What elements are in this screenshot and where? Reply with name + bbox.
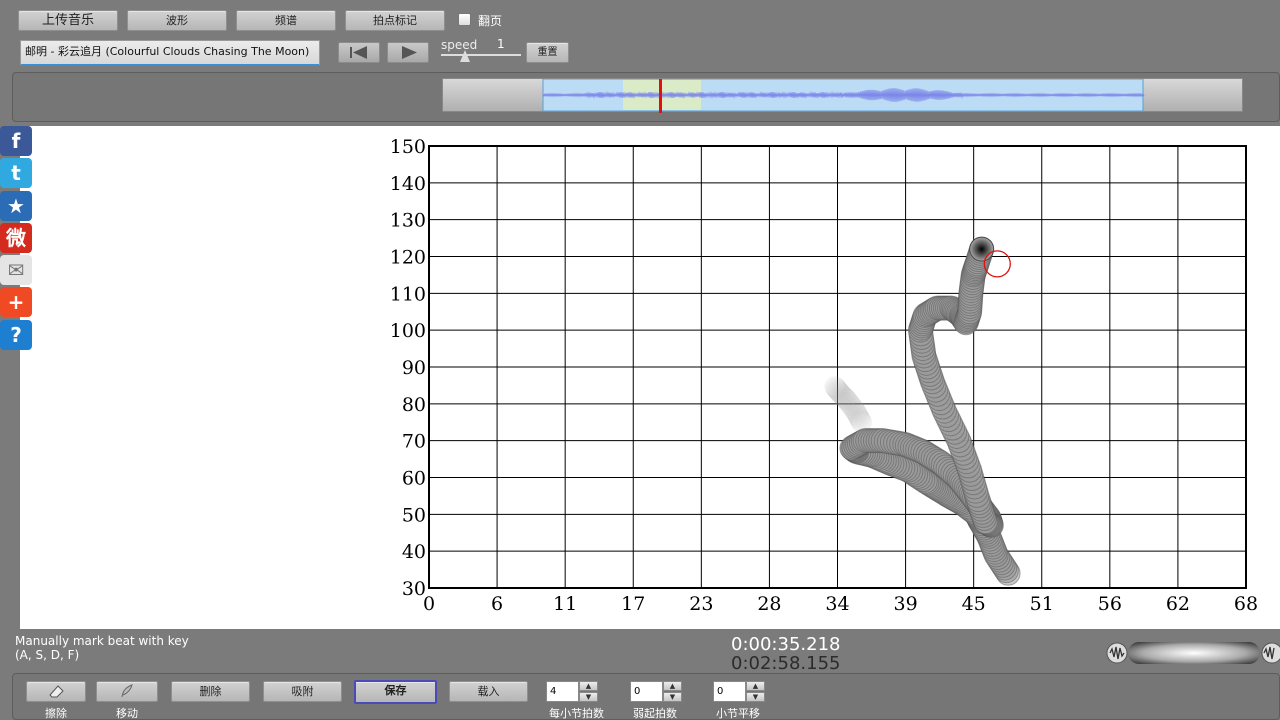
speed-slider-thumb[interactable] xyxy=(460,50,470,62)
stepper-up-icon[interactable]: ▲ xyxy=(579,681,598,691)
load-button[interactable]: 载入 xyxy=(449,681,528,702)
help-icon[interactable]: ? xyxy=(0,319,32,350)
beats-per-bar-stepper[interactable]: 4 ▲ ▼ xyxy=(546,681,598,702)
bar-offset-label: 小节平移 xyxy=(716,707,760,720)
x-tick-label: 62 xyxy=(1166,593,1190,615)
stepper-up-icon[interactable]: ▲ xyxy=(663,681,682,691)
facebook-icon[interactable]: f xyxy=(0,126,32,156)
beat-mark-button[interactable]: 拍点标记 xyxy=(345,10,445,31)
total-time: 0:02:58.155 xyxy=(731,653,841,674)
volume-slider[interactable] xyxy=(1128,642,1260,664)
twitter-icon[interactable]: t xyxy=(0,158,32,189)
save-button[interactable]: 保存 xyxy=(354,680,437,704)
stepper-up-icon[interactable]: ▲ xyxy=(746,681,765,691)
reset-button[interactable]: 重置 xyxy=(526,42,569,63)
upbeat-stepper[interactable]: 0 ▲ ▼ xyxy=(630,681,682,702)
x-tick-label: 23 xyxy=(689,593,713,615)
playhead-marker xyxy=(659,79,662,113)
volume-max-icon xyxy=(1260,641,1280,669)
eraser-icon xyxy=(49,685,64,698)
play-icon xyxy=(402,46,417,59)
x-tick-label: 68 xyxy=(1234,593,1258,615)
y-tick-label: 130 xyxy=(390,210,426,232)
x-tick-label: 51 xyxy=(1030,593,1054,615)
y-tick-label: 100 xyxy=(390,320,426,342)
add-share-icon[interactable]: + xyxy=(0,287,32,318)
stepper-down-icon[interactable]: ▼ xyxy=(579,692,598,702)
ghost-trail-point xyxy=(824,376,846,398)
waveform-small-icon xyxy=(1106,642,1128,664)
beats-per-bar-label: 每小节拍数 xyxy=(549,707,604,720)
rewind-button[interactable] xyxy=(338,42,380,63)
share-sidebar: f t ★ 微 ✉ +? xyxy=(0,126,32,352)
bar-offset-input[interactable]: 0 xyxy=(713,681,746,702)
x-tick-label: 39 xyxy=(893,593,917,615)
volume-control xyxy=(1106,641,1130,669)
y-tick-label: 30 xyxy=(402,578,426,600)
track-title-field[interactable]: 邮明 - 彩云追月 (Colourful Clouds Chasing The … xyxy=(20,40,320,66)
speed-value: 1 xyxy=(497,37,505,51)
eraser-label: 擦除 xyxy=(45,707,67,720)
upbeat-input[interactable]: 0 xyxy=(630,681,663,702)
x-tick-label: 34 xyxy=(825,593,849,615)
move-button[interactable] xyxy=(96,681,158,702)
delete-button[interactable]: 删除 xyxy=(171,681,250,702)
key-hint-line2: (A, S, D, F) xyxy=(15,648,80,662)
y-tick-label: 80 xyxy=(402,394,426,416)
tempo-chart: 0 6 11 17 23 28 34 39 45 51 56 62 681501401301201101… xyxy=(390,136,1258,615)
current-time: 0:00:35.218 xyxy=(731,634,841,655)
upbeat-label: 弱起拍数 xyxy=(633,707,677,720)
y-tick-label: 110 xyxy=(390,283,426,305)
favorite-star-icon[interactable]: ★ xyxy=(0,190,32,221)
skip-back-icon xyxy=(350,46,367,59)
flip-page-checkbox[interactable] xyxy=(458,13,471,26)
flip-page-label: 翻页 xyxy=(478,14,503,28)
y-tick-label: 60 xyxy=(402,468,426,490)
quill-icon xyxy=(121,684,133,698)
waveform-overview[interactable] xyxy=(442,78,1243,113)
y-tick-label: 150 xyxy=(390,136,426,158)
weibo-icon[interactable]: 微 xyxy=(0,222,32,253)
x-tick-label: 28 xyxy=(757,593,781,615)
waveform-graphic xyxy=(542,78,1145,113)
move-label: 移动 xyxy=(116,707,138,720)
x-tick-label: 56 xyxy=(1098,593,1122,615)
play-button[interactable] xyxy=(387,42,429,63)
key-hint-line1: Manually mark beat with key xyxy=(15,634,189,648)
y-tick-label: 40 xyxy=(402,541,426,563)
spectrum-button[interactable]: 频谱 xyxy=(236,10,336,31)
waveform-button[interactable]: 波形 xyxy=(127,10,227,31)
eraser-button[interactable] xyxy=(26,681,86,702)
y-tick-label: 140 xyxy=(390,173,426,195)
x-tick-label: 11 xyxy=(553,593,577,615)
mail-icon[interactable]: ✉ xyxy=(0,255,32,286)
y-tick-label: 50 xyxy=(402,504,426,526)
key-hint: Manually mark beat with key (A, S, D, F) xyxy=(15,634,189,662)
x-tick-label: 45 xyxy=(962,593,986,615)
x-tick-label: 6 xyxy=(491,593,503,615)
stepper-down-icon[interactable]: ▼ xyxy=(663,692,682,702)
y-tick-label: 90 xyxy=(402,357,426,379)
tempo-head-point xyxy=(969,236,995,262)
x-tick-label: 17 xyxy=(621,593,645,615)
speed-slider-track[interactable] xyxy=(441,54,521,56)
bar-offset-stepper[interactable]: 0 ▲ ▼ xyxy=(713,681,765,702)
beats-per-bar-input[interactable]: 4 xyxy=(546,681,579,702)
y-tick-label: 120 xyxy=(390,247,426,269)
stepper-down-icon[interactable]: ▼ xyxy=(746,692,765,702)
snap-button[interactable]: 吸附 xyxy=(263,681,342,702)
y-tick-label: 70 xyxy=(402,431,426,453)
upload-music-button[interactable]: 上传音乐 xyxy=(18,10,118,31)
tempo-canvas[interactable]: 0 6 11 17 23 28 34 39 45 51 56 62 68 150 140 130 120 110 1… xyxy=(20,126,1280,629)
